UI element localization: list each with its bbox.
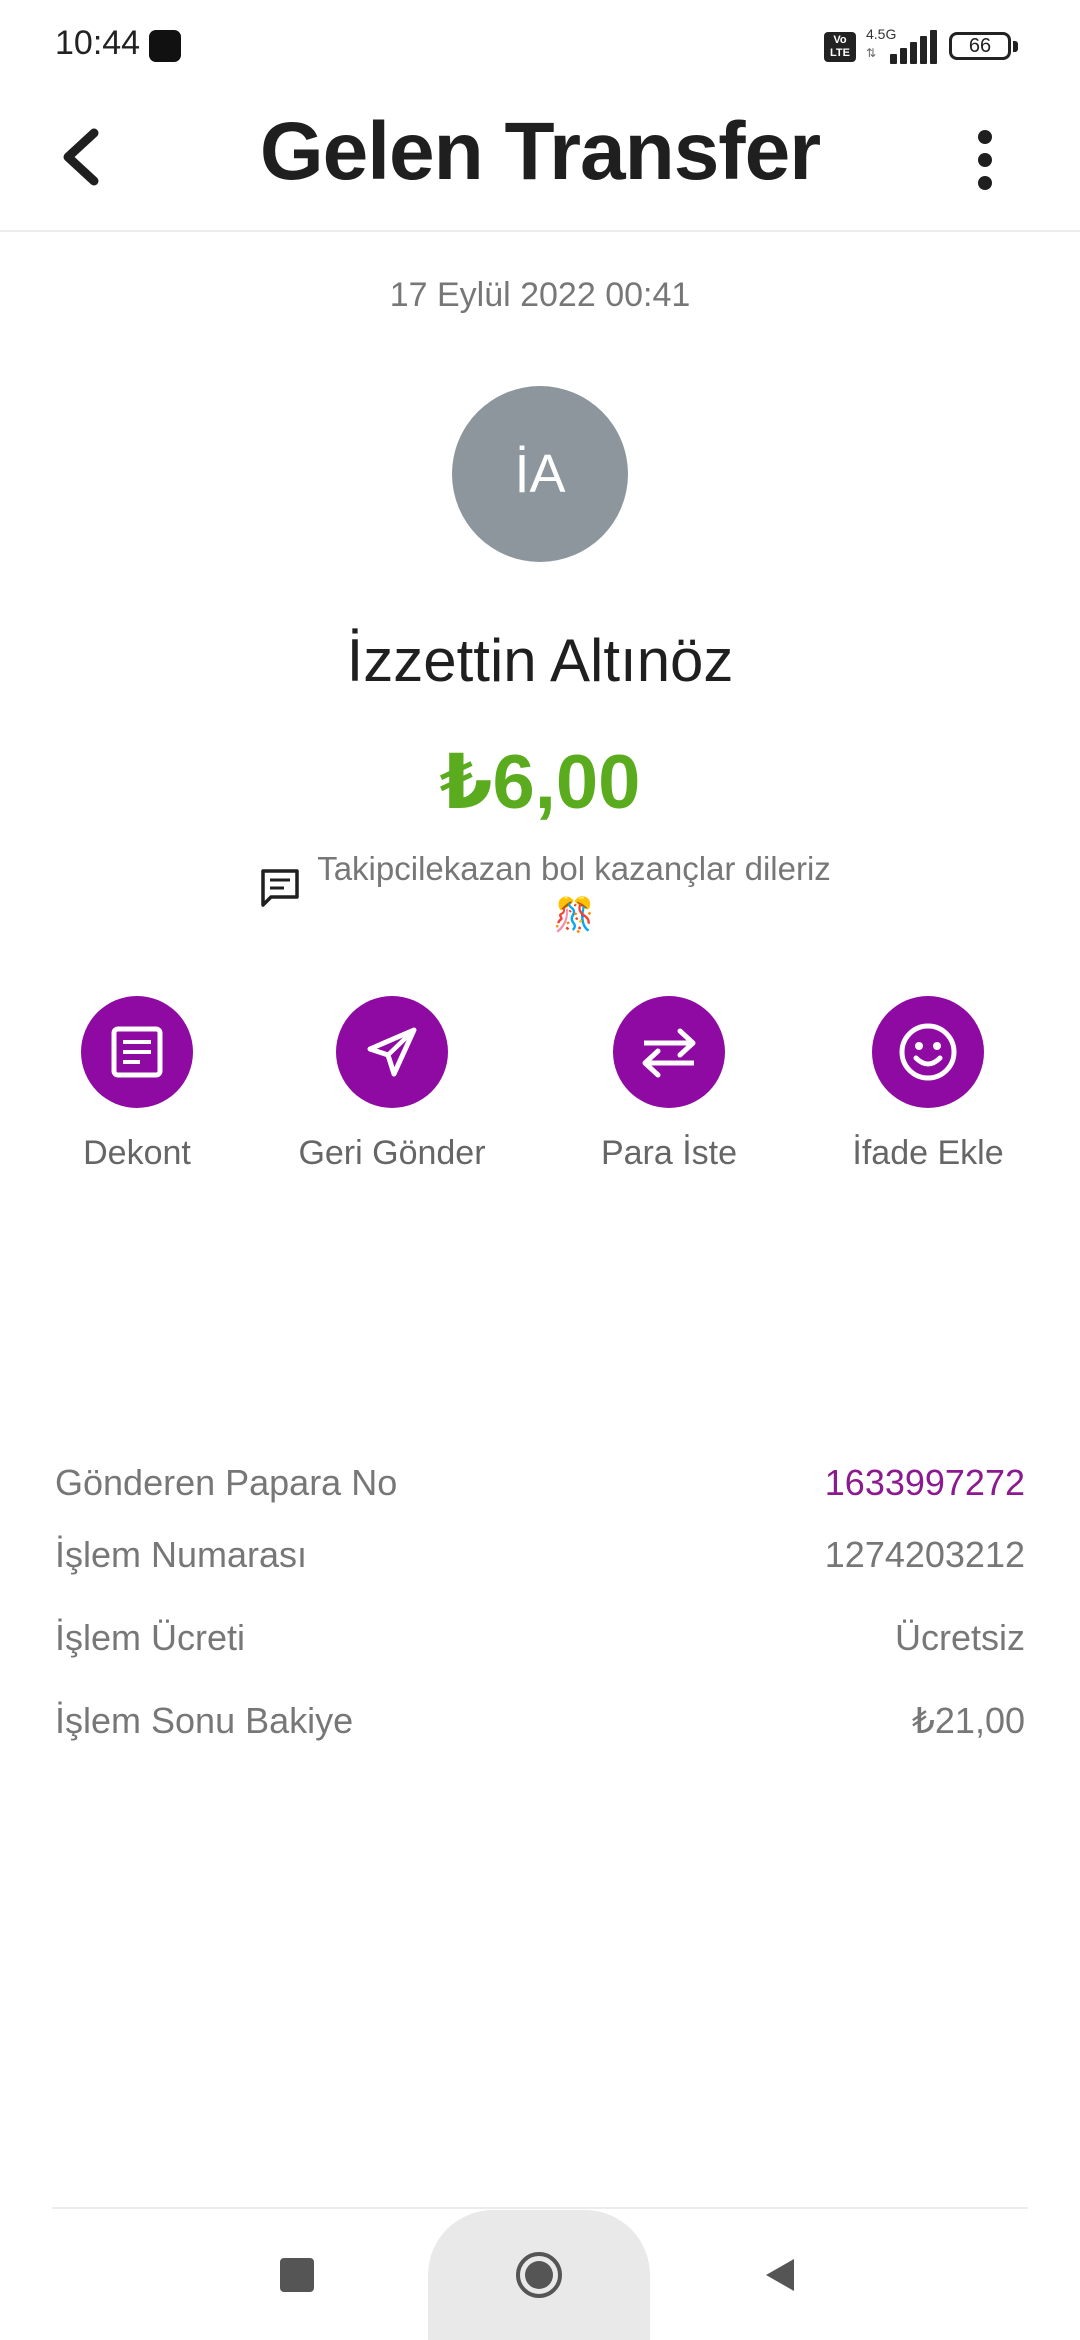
receipt-button-circle[interactable] (81, 996, 193, 1108)
send-icon (367, 1027, 417, 1077)
home-button[interactable] (514, 2250, 564, 2300)
recent-apps-button[interactable] (280, 2258, 314, 2292)
signal-icon (882, 30, 937, 64)
receipt-label: Dekont (83, 1134, 191, 1172)
sender-papara-number[interactable]: 1633997272 (825, 1462, 1025, 1504)
detail-label: İşlem Sonu Bakiye (55, 1700, 354, 1741)
send-back-button[interactable]: Geri Gönder (272, 996, 512, 1173)
confetti-emoji: 🎊 (553, 896, 595, 933)
send-back-label: Geri Gönder (298, 1134, 486, 1172)
detail-label: İşlem Numarası (55, 1534, 308, 1575)
request-money-button-circle[interactable] (613, 996, 725, 1108)
top-bar: Gelen Transfer (0, 95, 1080, 232)
detail-label: İşlem Ücreti (55, 1617, 246, 1658)
screen-record-icon (149, 30, 181, 62)
add-reaction-button-circle[interactable] (872, 996, 984, 1108)
page-title: Gelen Transfer (259, 106, 821, 197)
battery-cap (1013, 41, 1018, 52)
detail-row-sender-no: Gönderen Papara No 1633997272 (55, 1462, 1025, 1522)
detail-row-fee: İşlem Ücreti Ücretsiz (55, 1617, 1025, 1677)
nav-back-button[interactable] (760, 2255, 800, 2295)
detail-row-balance: İşlem Sonu Bakiye ₺21,00 (55, 1700, 1025, 1760)
send-back-button-circle[interactable] (336, 996, 448, 1108)
avatar-initials: İA (514, 444, 566, 504)
more-vert-icon-dot (978, 153, 992, 167)
add-reaction-button[interactable]: İfade Ekle (808, 996, 1048, 1173)
volte-icon: Vo LTE (824, 32, 856, 62)
smiley-icon (899, 1023, 957, 1081)
sender-name: İzzettin Altınöz (346, 627, 734, 694)
receipt-button[interactable]: Dekont (17, 996, 257, 1173)
detail-row-transaction-no: İşlem Numarası 1274203212 (55, 1534, 1025, 1594)
message-text: Takipcilekazan bol kazançlar dileriz (317, 850, 831, 887)
transaction-number: 1274203212 (824, 1534, 1025, 1575)
balance-after: ₺21,00 (912, 1700, 1025, 1741)
receipt-icon (111, 1026, 163, 1078)
more-vert-icon-dot (978, 176, 992, 190)
request-money-button[interactable]: Para İste (549, 996, 789, 1173)
transfer-message: Takipcilekazan bol kazançlar dileriz 🎊 (314, 846, 834, 938)
status-bar: 10:44 Vo LTE 4.5G ⇅ 66 (0, 0, 1080, 95)
more-options-button[interactable] (955, 120, 1015, 200)
request-money-label: Para İste (600, 1134, 738, 1172)
status-time: 10:44 (55, 24, 141, 62)
transaction-date: 17 Eylül 2022 00:41 (389, 276, 691, 314)
transfer-amount: ₺6,00 (439, 740, 641, 825)
message-icon (261, 869, 299, 907)
battery-level: 66 (968, 35, 992, 57)
more-vert-icon-dot (978, 130, 992, 144)
data-arrows-icon: ⇅ (866, 46, 877, 60)
swap-arrows-icon (642, 1028, 696, 1078)
detail-label: Gönderen Papara No (55, 1462, 398, 1503)
add-reaction-label: İfade Ekle (852, 1134, 1004, 1172)
battery-icon: 66 (949, 32, 1011, 60)
avatar: İA (452, 386, 628, 562)
nav-divider (52, 2207, 1028, 2209)
transaction-fee: Ücretsiz (894, 1617, 1025, 1658)
